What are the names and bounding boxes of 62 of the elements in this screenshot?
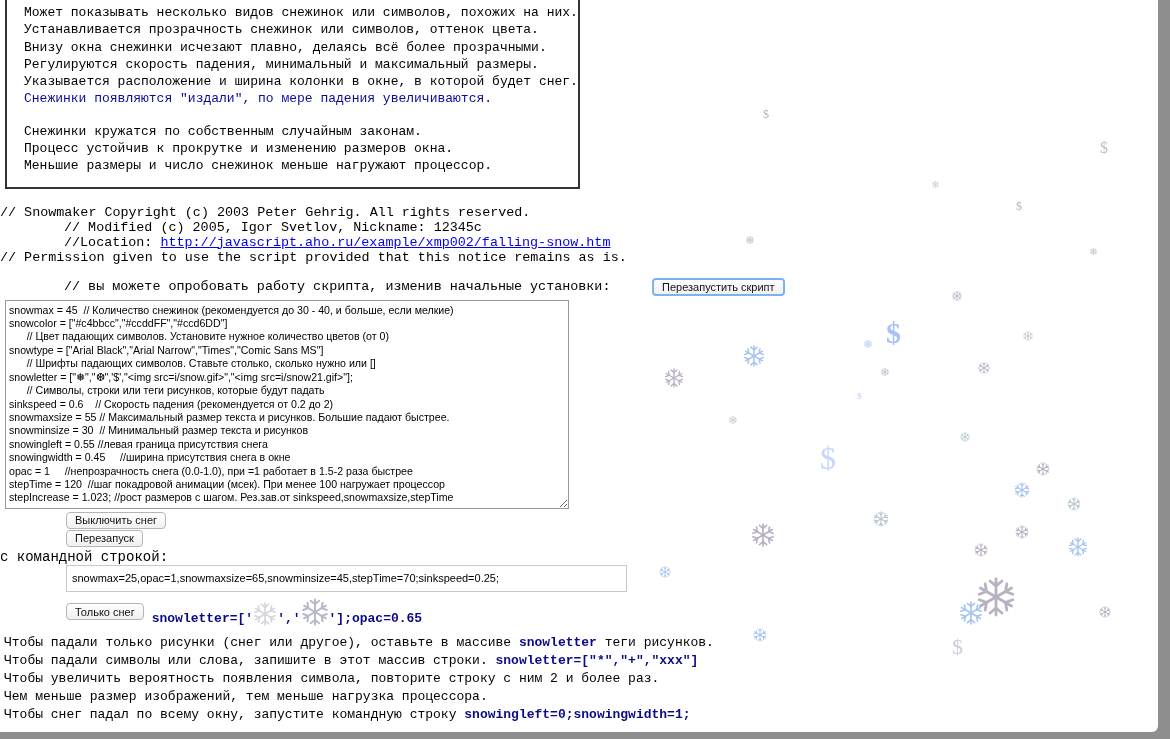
description-line: Внизу окна снежинки исчезают плавно, делаясь всё более прозрачными.	[24, 38, 548, 56]
falling-dollar-sign: $	[1100, 140, 1108, 156]
falling-dollar-sign: $	[763, 108, 769, 120]
falling-dollar-sign: $	[952, 636, 963, 658]
note-line: Чтобы снег падал по всему окну, запустите командную строку snowingleft=0;snowingwidth=1;	[4, 705, 691, 724]
command-field[interactable]: snowmax=25,opac=1,snowmaxsize=65,snowminsize=45,stepTime=70;sinkspeed=0.25;	[66, 564, 627, 592]
source-link[interactable]: http://javascript.aho.ru/example/xmp002/falling-snow.htm	[160, 234, 611, 250]
snowflake-icon	[1068, 537, 1088, 557]
snowflake-icon	[664, 368, 684, 388]
code-text: '];opac=0.65	[328, 610, 423, 626]
snowflake-icon	[873, 511, 889, 527]
snowflake-icon	[931, 180, 939, 188]
snowflake-icon	[864, 340, 872, 348]
description-line: Может показывать несколько видов снежинок или символов, похожих на них.	[24, 4, 578, 22]
note-line: Чтобы падали только рисунки (снег или другое), оставьте в массиве snowletter теги рисунков.	[4, 633, 714, 652]
falling-dollar-sign: $	[886, 318, 901, 348]
comment-line: // Snowmaker Copyright (c) 2003 Peter Gehrig. All rights reserved.	[0, 204, 531, 220]
restart-script-button[interactable]: Перезапустить скрипт	[652, 277, 785, 296]
command-label: с командной строкой:	[0, 548, 169, 565]
code-text: snowletter=['	[151, 610, 254, 626]
snowflake-icon	[753, 628, 767, 642]
snowflake-icon	[1089, 247, 1097, 255]
snowflake-icon	[1067, 497, 1081, 511]
description-line: Указывается расположение и ширина колонки в окне, в которой будет снег.	[24, 73, 578, 91]
snowflake-icon	[974, 543, 988, 557]
snowflake-icon	[960, 432, 970, 442]
snowflake-icon	[300, 597, 329, 626]
description-line: Устанавливается прозрачность снежинок или символов, оттенок цвета.	[24, 21, 540, 39]
settings-prompt: // вы можете опробовать работу скрипта, изменив начальные установки:	[63, 279, 612, 295]
snow-only-button[interactable]: Только снег	[66, 603, 144, 621]
snowflake-icon	[952, 291, 962, 301]
description-line: Регулируются скорость падения, минимальный и максимальный размеры.	[24, 55, 540, 74]
comment-line: //Location: http://javascript.aho.ru/example/xmp002/falling-snow.htm	[63, 234, 611, 250]
settings-textarea[interactable]: snowmax = 45 // Количество снежинок (рекомендуется до 30 - 40, и больше, если мелкие) snowcolor = ["#c4bbcc","#ccddFF","#ccd6DD"] // Цвет падающих символов. Установите нужное количество цветов (от 0) snowtype = ["Arial Black","Arial Narrow","Times","Comic Sans MS"] // Шрифты падающих символов. Ставьте столько, сколько нужно или [] snowletter = ["❅","❆",'$',"<img src=i/snow.gif>","<img src=i/snow21.gif>"]; // Символы, строки или теги рисунков, которые будут падать sinkspeed = 0.6 // Скорость падения (рекомендуется от 0.2 до 2) snowmaxsize = 55 // Максимальный размер текста и рисунков. Большие падают быстрее. snowminsize = 30 // Минимальный размер текста и рисунков snowingleft = 0.55 //левая граница присутствия снега snowingwidth = 0.45 //ширина присутствия снега в окне opac = 1 //непрозрачность снега (0.0-1.0), при =1 работает в 1.5-2 раза быстрее stepTime = 120 //шаг покадровой анимации (мсек). При менее 100 нагружает процессор stepIncrease = 1.023; //рост размеров с шагом. Рез.зав.от sinkspeed,snowmaxsize,stepTime	[5, 299, 569, 509]
description-line: Меньшие размеры и число снежинок меньше нагружают процессор.	[24, 157, 494, 175]
snowflake-icon	[1014, 482, 1030, 498]
action-button[interactable]: Перезапуск	[66, 529, 143, 547]
snowflake-icon	[881, 368, 889, 376]
note-line: Чтобы падали символы или слова, запишите в этот массив строки. snowletter=["*","+","xxx"]	[4, 651, 699, 670]
snowflake-icon	[978, 362, 990, 374]
snowflake-icon	[253, 601, 278, 626]
snowflake-icon	[743, 345, 765, 367]
falling-dollar-sign: $	[820, 442, 836, 474]
falling-dollar-sign: $	[1016, 200, 1022, 212]
note-line: Чтобы увеличить вероятность появления символа, повторите строку с ним 2 и более раз.	[4, 669, 660, 688]
snowflake-icon	[1023, 331, 1033, 341]
snowflake-icon	[1015, 525, 1029, 539]
description-line: Снежинки появляются "издали", по мере падения увеличиваются.	[24, 90, 494, 108]
action-button[interactable]: Выключить снег	[66, 511, 166, 529]
description-line: Процесс устойчив к прокрутке и изменению размеров окна.	[24, 140, 455, 158]
snowflake-icon	[1099, 606, 1111, 618]
snowflake-icon	[729, 416, 737, 424]
comment-line: // Modified (c) 2005, Igor Svetlov, Nickname: 12345c	[63, 219, 482, 235]
comment-line: // Permission given to use the script provided that this notice remains as is.	[0, 249, 627, 265]
description-line: Снежинки кружатся по собственным случайным законам.	[24, 122, 423, 141]
snowflake-icon	[751, 523, 775, 547]
note-line: Чем меньше размер изображений, тем меньше нагрузка процессора.	[4, 687, 488, 706]
code-text: ','	[277, 610, 301, 626]
falling-dollar-sign: $	[857, 392, 862, 401]
snowflake-icon	[746, 236, 754, 244]
snowflake-icon	[1036, 462, 1050, 476]
snowflake-icon	[659, 566, 671, 578]
